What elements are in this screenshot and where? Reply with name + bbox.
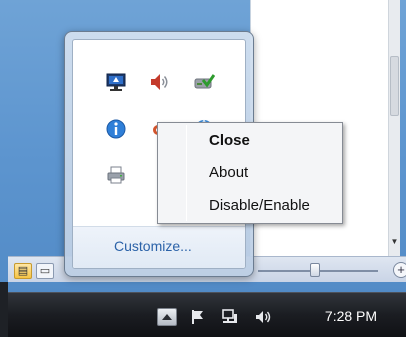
print-layout-view-button[interactable]: ▤ xyxy=(14,263,32,279)
chevron-up-icon xyxy=(162,314,172,320)
action-center-flag-icon[interactable] xyxy=(188,307,208,327)
speaker-icon[interactable] xyxy=(148,71,170,93)
disk-check-icon[interactable] xyxy=(193,71,216,93)
full-screen-reading-view-button[interactable]: ▭ xyxy=(36,263,54,279)
customize-link[interactable]: Customize... xyxy=(114,238,192,254)
printer-icon[interactable] xyxy=(105,164,127,186)
scroll-down-arrow-icon[interactable]: ▼ xyxy=(389,236,400,248)
zoom-in-icon[interactable]: + xyxy=(393,262,406,278)
tray-icon-context-menu: Close About Disable/Enable xyxy=(157,122,343,224)
scrollbar-thumb[interactable] xyxy=(390,56,399,116)
zoom-slider-thumb[interactable] xyxy=(310,263,320,277)
document-scrollbar[interactable]: ▼ xyxy=(388,0,400,256)
taskbar-clock[interactable]: 7:28 PM xyxy=(316,305,386,327)
taskbar-edge xyxy=(0,282,8,337)
taskbar: 7:28 PM xyxy=(8,292,406,337)
monitor-network-icon[interactable] xyxy=(105,71,127,93)
info-icon[interactable] xyxy=(105,118,127,140)
volume-icon[interactable] xyxy=(253,307,273,327)
menu-item-about[interactable]: About xyxy=(160,159,340,187)
menu-item-close[interactable]: Close xyxy=(160,127,340,155)
menu-item-disable-enable[interactable]: Disable/Enable xyxy=(160,192,340,220)
flyout-footer: Customize... xyxy=(73,226,245,268)
network-icon[interactable] xyxy=(220,307,240,327)
show-hidden-icons-button[interactable] xyxy=(157,308,177,326)
